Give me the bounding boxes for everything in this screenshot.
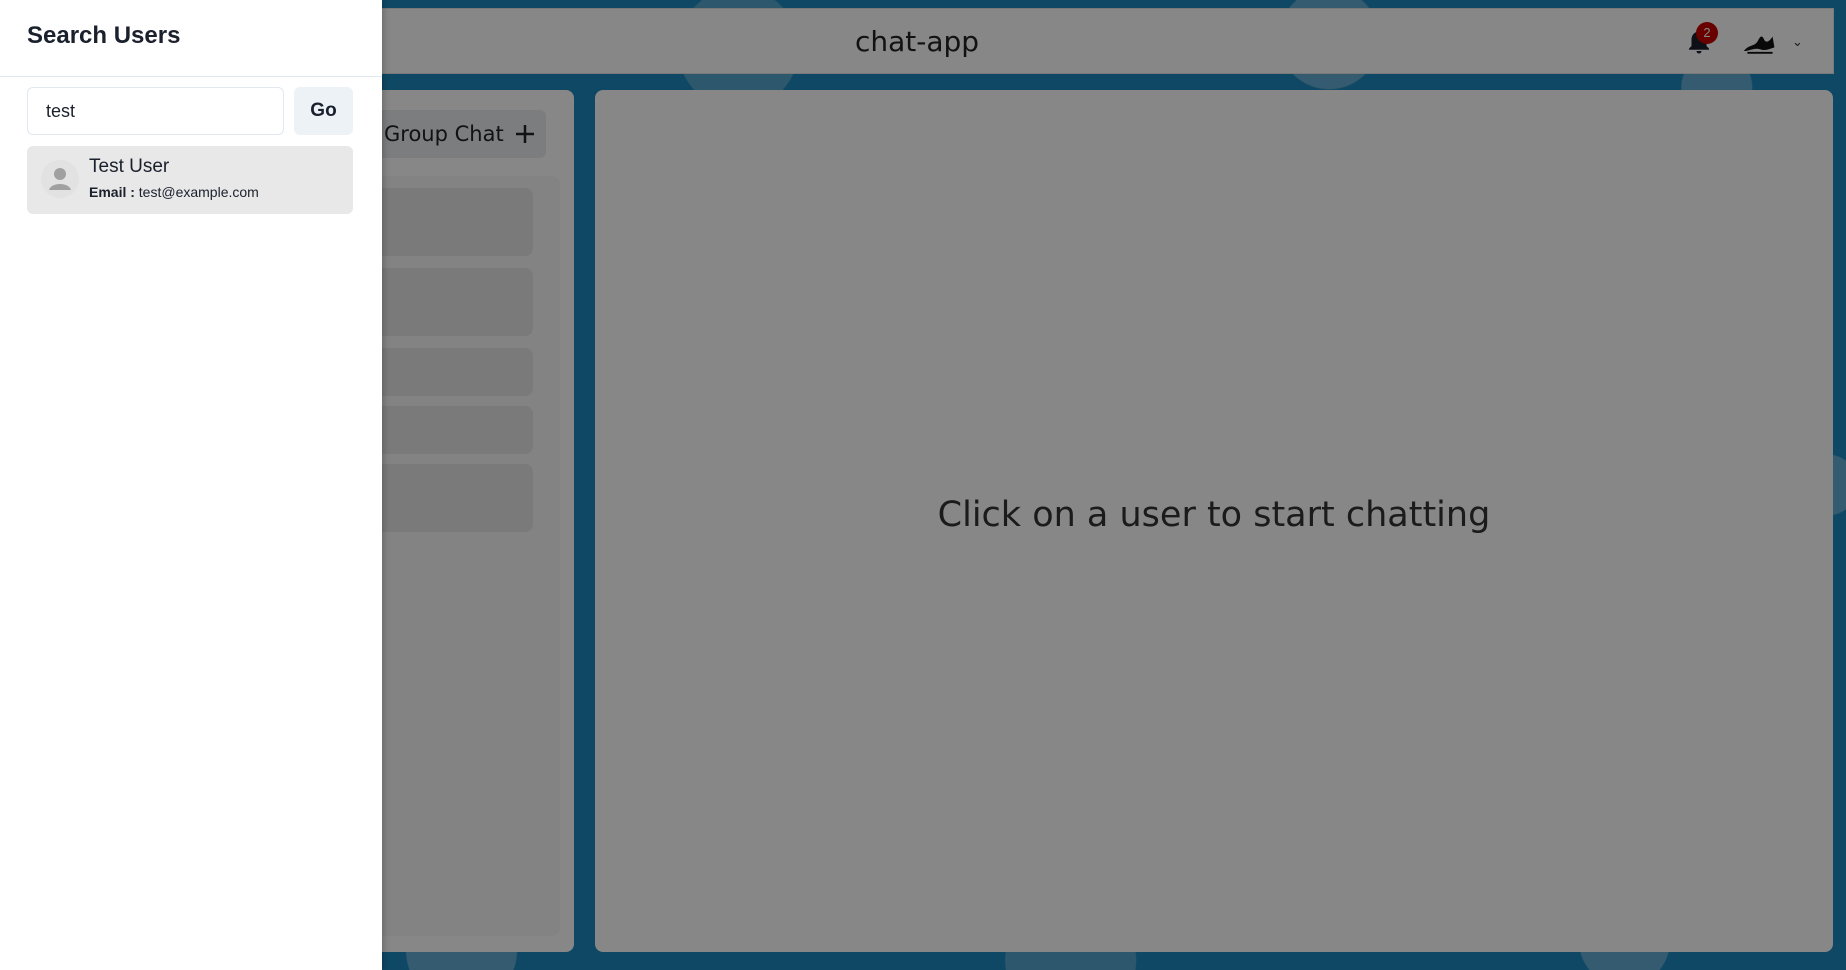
email-label: Email : <box>89 184 135 200</box>
drawer-divider <box>0 76 382 77</box>
email-value: test@example.com <box>138 184 259 200</box>
drawer-title: Search Users <box>27 22 181 49</box>
user-avatar-icon <box>41 160 79 198</box>
result-user-email: Email : test@example.com <box>89 184 259 200</box>
user-search-result[interactable]: Test User Email : test@example.com <box>27 146 353 214</box>
result-user-name: Test User <box>89 156 170 177</box>
search-users-drawer: Search Users Go Test User Email : test@e… <box>0 0 382 970</box>
go-button[interactable]: Go <box>294 87 353 135</box>
search-input[interactable] <box>27 87 284 135</box>
